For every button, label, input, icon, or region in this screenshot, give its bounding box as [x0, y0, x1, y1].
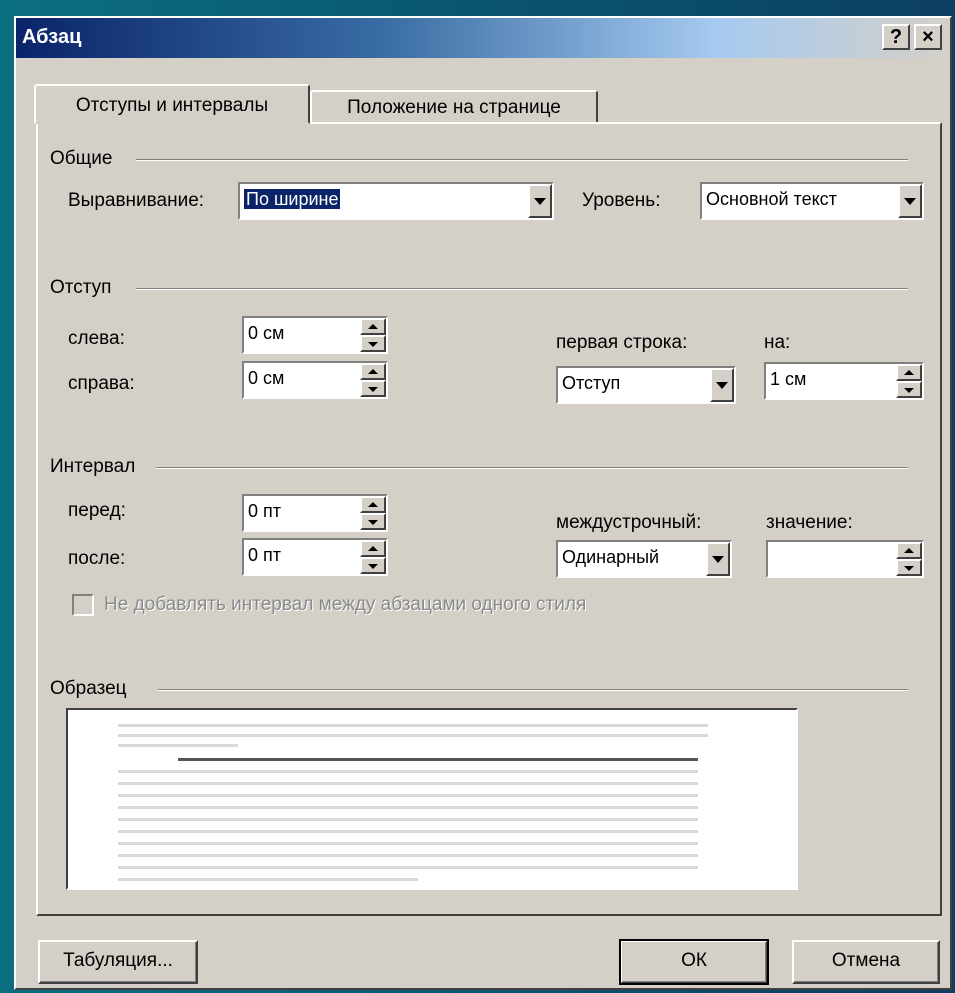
spacing-after-label: после: [68, 548, 126, 569]
general-divider [136, 159, 908, 161]
spin-down-icon[interactable] [360, 513, 386, 530]
spacing-before-label: перед: [68, 500, 126, 521]
spin-up-icon[interactable] [360, 318, 386, 335]
level-value: Основной текст [706, 189, 837, 209]
preview-line [118, 878, 418, 881]
dont-add-space-checkbox[interactable] [72, 594, 94, 616]
spin-down-icon[interactable] [896, 381, 922, 398]
preview-line [178, 758, 698, 761]
level-dropdown-chevron-icon[interactable] [898, 184, 922, 218]
preview-line [118, 806, 698, 809]
preview-line [118, 794, 698, 797]
alignment-select[interactable]: По ширине [238, 182, 554, 220]
cancel-button[interactable]: Отмена [792, 940, 940, 984]
ok-button[interactable]: ОК [619, 939, 769, 985]
preview-line [118, 818, 698, 821]
preview-line [118, 854, 698, 857]
help-icon[interactable]: ? [882, 24, 910, 50]
indent-by-label: на: [764, 332, 791, 353]
title-bar[interactable]: Абзац ? × [16, 18, 950, 58]
spin-down-icon[interactable] [360, 335, 386, 352]
first-line-select[interactable]: Отступ [556, 366, 736, 404]
spacing-before-value: 0 пт [248, 501, 282, 521]
alignment-label: Выравнивание: [68, 190, 205, 211]
tab-indents-and-spacing[interactable]: Отступы и интервалы [34, 84, 310, 124]
preview-line [118, 734, 708, 737]
indent-right-value: 0 см [248, 368, 285, 388]
spacing-value-spinner[interactable] [896, 542, 922, 576]
spacing-group-label: Интервал [50, 456, 144, 478]
spacing-divider [156, 467, 908, 469]
paragraph-dialog: Абзац ? × Отступы и интервалы Положение … [14, 16, 952, 990]
preview-line [118, 724, 708, 727]
dont-add-space-label: Не добавлять интервал между абзацами одн… [104, 594, 587, 615]
indent-group-label: Отступ [50, 277, 120, 299]
line-spacing-value: Одинарный [562, 547, 660, 567]
first-line-dropdown-chevron-icon[interactable] [710, 368, 734, 402]
indent-right-spinner[interactable] [360, 363, 386, 397]
spacing-before-spinner[interactable] [360, 496, 386, 530]
indent-left-label: слева: [68, 328, 125, 349]
tab-breaks-label: Положение на странице [347, 97, 561, 118]
preview-group-label: Образец [50, 678, 135, 700]
indent-by-spinner[interactable] [896, 364, 922, 398]
indent-left-value: 0 см [248, 323, 285, 343]
window-title: Абзац [22, 26, 82, 48]
spacing-after-value: 0 пт [248, 545, 282, 565]
alignment-dropdown-chevron-icon[interactable] [528, 184, 552, 218]
tab-line-and-page-breaks[interactable]: Положение на странице [310, 90, 598, 122]
spacing-value-label: значение: [766, 512, 853, 533]
preview-divider [158, 689, 908, 691]
preview-line [118, 744, 238, 747]
spin-up-icon[interactable] [896, 542, 922, 559]
paragraph-preview [66, 708, 798, 890]
preview-line [118, 782, 698, 785]
spin-down-icon[interactable] [360, 380, 386, 397]
tab-indents-label: Отступы и интервалы [75, 95, 269, 116]
preview-line [118, 842, 698, 845]
indent-right-label: справа: [68, 373, 135, 394]
alignment-value: По ширине [244, 189, 341, 209]
level-select[interactable]: Основной текст [700, 182, 924, 220]
close-icon[interactable]: × [914, 24, 942, 50]
spin-up-icon[interactable] [896, 364, 922, 381]
spin-up-icon[interactable] [360, 540, 386, 557]
level-label: Уровень: [582, 190, 661, 211]
spacing-after-spinner[interactable] [360, 540, 386, 574]
first-line-label: первая строка: [556, 332, 688, 353]
indent-by-value: 1 см [770, 369, 807, 389]
preview-line [118, 830, 698, 833]
line-spacing-dropdown-chevron-icon[interactable] [706, 542, 730, 576]
first-line-value: Отступ [562, 373, 621, 393]
line-spacing-label: междустрочный: [556, 512, 702, 533]
spin-up-icon[interactable] [360, 363, 386, 380]
preview-line [118, 866, 698, 869]
indent-left-spinner[interactable] [360, 318, 386, 352]
spin-down-icon[interactable] [896, 559, 922, 576]
indent-divider [136, 288, 908, 290]
general-group-label: Общие [50, 148, 121, 170]
spin-up-icon[interactable] [360, 496, 386, 513]
preview-line [118, 770, 698, 773]
tabs-button[interactable]: Табуляция... [38, 940, 198, 984]
spin-down-icon[interactable] [360, 557, 386, 574]
